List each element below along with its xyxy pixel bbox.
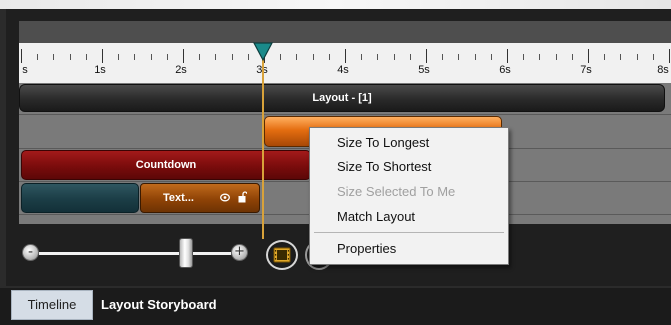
- countdown-clip[interactable]: Countdown: [21, 150, 311, 180]
- ruler-minor-tick: [199, 54, 201, 60]
- eye-icon[interactable]: [220, 193, 230, 202]
- zoom-slider-track[interactable]: [39, 252, 231, 255]
- layout-clip[interactable]: Layout - [1]: [19, 84, 665, 112]
- playhead-handle-icon[interactable]: [253, 42, 273, 62]
- unlock-icon[interactable]: [238, 191, 247, 203]
- ruler-minor-tick: [539, 54, 541, 60]
- ruler-minor-tick: [474, 54, 476, 60]
- layout-clip-label: Layout - [1]: [312, 92, 372, 104]
- ruler-minor-tick: [442, 54, 444, 60]
- ruler-label-5s: 5s: [418, 64, 430, 76]
- context-menu: Size To Longest Size To Shortest Size Se…: [309, 127, 509, 265]
- ruler-label-2s: 2s: [175, 64, 187, 76]
- ruler-label-1s: 1s: [94, 64, 106, 76]
- ruler-major-tick: [426, 49, 427, 63]
- ruler-minor-tick: [490, 54, 492, 60]
- menu-separator: [314, 232, 504, 233]
- ruler-minor-tick: [69, 54, 71, 60]
- ruler-minor-tick: [247, 54, 249, 60]
- ruler-label-8s: 8s: [657, 64, 669, 76]
- ruler-minor-tick: [328, 54, 330, 60]
- ruler-minor-tick: [53, 54, 55, 60]
- text-clip-label: Text...: [163, 192, 194, 204]
- ruler-minor-tick: [571, 54, 573, 60]
- ruler-minor-tick: [280, 54, 282, 60]
- ruler-minor-tick: [620, 54, 622, 60]
- ruler-minor-tick: [312, 54, 314, 60]
- ruler-major-tick: [345, 49, 346, 63]
- time-ruler[interactable]: s 1s 2s 3s 4s 5s 6s 7s 8s: [19, 43, 671, 83]
- ruler-minor-tick: [636, 54, 638, 60]
- film-strip-button[interactable]: [266, 240, 298, 270]
- ruler-minor-tick: [393, 54, 395, 60]
- media-clip[interactable]: [21, 183, 139, 213]
- ruler-major-tick: [21, 49, 22, 63]
- timeline-header-bar: [19, 21, 671, 43]
- ruler-major-tick: [102, 49, 103, 63]
- ruler-minor-tick: [37, 54, 39, 60]
- ruler-major-tick: [669, 49, 670, 63]
- zoom-out-button[interactable]: -: [22, 244, 39, 261]
- menu-item-size-to-shortest[interactable]: Size To Shortest: [337, 159, 431, 174]
- menu-item-properties[interactable]: Properties: [337, 241, 396, 256]
- ruler-minor-tick: [458, 54, 460, 60]
- ruler-minor-tick: [604, 54, 606, 60]
- ruler-minor-tick: [523, 54, 525, 60]
- ruler-minor-tick: [652, 54, 654, 60]
- ruler-minor-tick: [231, 54, 233, 60]
- ruler-minor-tick: [85, 54, 87, 60]
- tab-timeline[interactable]: Timeline: [11, 290, 93, 320]
- ruler-minor-tick: [215, 54, 217, 60]
- window-top-strip: [0, 0, 671, 9]
- countdown-clip-label: Countdown: [135, 159, 197, 171]
- menu-item-size-to-longest[interactable]: Size To Longest: [337, 135, 429, 150]
- ruler-minor-tick: [166, 54, 168, 60]
- ruler-minor-tick: [377, 54, 379, 60]
- ruler-minor-tick: [150, 54, 152, 60]
- ruler-label-6s: 6s: [499, 64, 511, 76]
- ruler-label-4s: 4s: [337, 64, 349, 76]
- menu-item-match-layout[interactable]: Match Layout: [337, 209, 415, 224]
- ruler-minor-tick: [118, 54, 120, 60]
- zoom-slider-thumb[interactable]: [179, 238, 193, 268]
- track-divider: [19, 114, 671, 115]
- menu-item-size-selected-to-me: Size Selected To Me: [337, 184, 456, 199]
- playhead-line: [262, 43, 264, 239]
- ruler-major-tick: [183, 49, 184, 63]
- ruler-label-0s: s: [22, 64, 28, 76]
- ruler-major-tick: [507, 49, 508, 63]
- tab-layout-storyboard[interactable]: Layout Storyboard: [101, 290, 217, 320]
- ruler-minor-tick: [409, 54, 411, 60]
- text-clip[interactable]: Text...: [140, 183, 260, 213]
- ruler-major-tick: [588, 49, 589, 63]
- zoom-in-button[interactable]: +: [231, 244, 248, 261]
- ruler-minor-tick: [296, 54, 298, 60]
- ruler-minor-tick: [361, 54, 363, 60]
- ruler-minor-tick: [555, 54, 557, 60]
- film-strip-icon: [273, 247, 291, 263]
- ruler-label-7s: 7s: [580, 64, 592, 76]
- ruler-minor-tick: [134, 54, 136, 60]
